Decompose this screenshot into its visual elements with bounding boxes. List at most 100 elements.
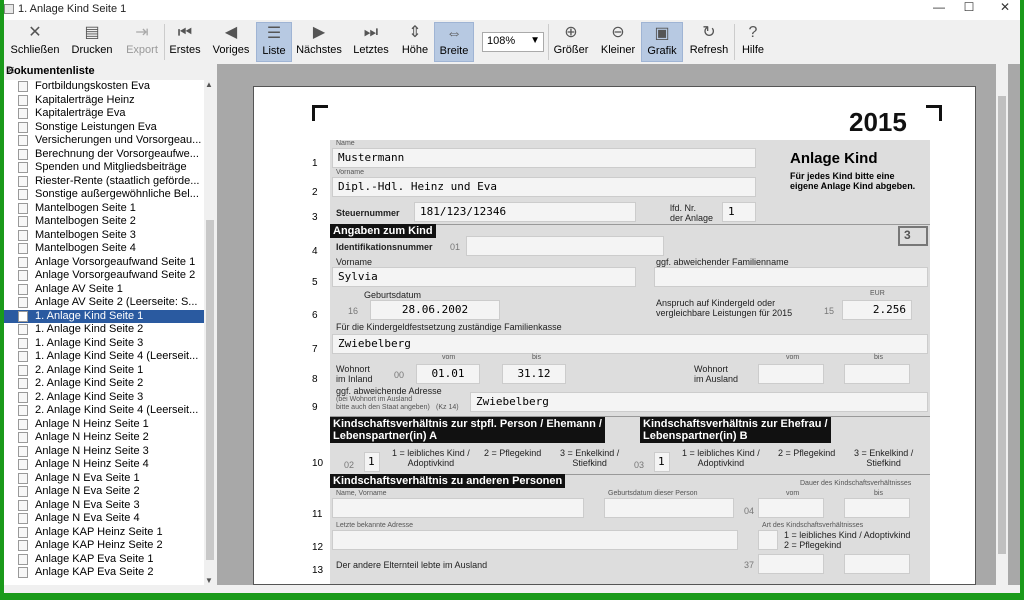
list-item[interactable]: Anlage KAP Eva Seite 1 bbox=[4, 553, 204, 566]
zoom-select[interactable]: 108% ▼ bbox=[482, 32, 544, 52]
list-item[interactable]: 2. Anlage Kind Seite 2 bbox=[4, 377, 204, 390]
list-item[interactable]: Mantelbogen Seite 2 bbox=[4, 215, 204, 228]
adresse-field[interactable]: Zwiebelberg bbox=[470, 392, 928, 412]
familienname-field[interactable] bbox=[654, 267, 928, 287]
viewer-scrollbar-thumb[interactable] bbox=[998, 96, 1006, 554]
scroll-up-icon[interactable]: ▲ bbox=[205, 80, 213, 89]
refresh-button[interactable]: ↻ Refresh bbox=[688, 22, 730, 62]
familienkasse-field[interactable]: Zwiebelberg bbox=[332, 334, 928, 354]
list-item[interactable]: Riester-Rente (staatlich geförde... bbox=[4, 175, 204, 188]
list-item[interactable]: Anlage AV Seite 2 (Leerseite: S... bbox=[4, 296, 204, 309]
list-item-label: Sonstige außergewöhnliche Bel... bbox=[35, 188, 199, 200]
list-item[interactable]: Anlage KAP Eva Seite 2 bbox=[4, 566, 204, 579]
groesser-button[interactable]: ⊕ Größer bbox=[552, 22, 590, 62]
list-item[interactable]: 2. Anlage Kind Seite 4 (Leerseit... bbox=[4, 404, 204, 417]
list-item[interactable]: Sonstige Leistungen Eva bbox=[4, 121, 204, 134]
kindergeld-field[interactable]: 2.256 bbox=[842, 300, 912, 320]
wohnort-bis-field[interactable]: 31.12 bbox=[502, 364, 566, 384]
viewer-scrollbar[interactable] bbox=[996, 64, 1008, 585]
vorname-field[interactable]: Dipl.-Hdl. Heinz und Eva bbox=[332, 177, 756, 197]
list-item-label: Spenden und Mitgliedsbeiträge bbox=[35, 161, 187, 173]
list-item[interactable]: Anlage N Eva Seite 2 bbox=[4, 485, 204, 498]
list-item[interactable]: Anlage Vorsorgeaufwand Seite 1 bbox=[4, 256, 204, 269]
list-item[interactable]: Mantelbogen Seite 1 bbox=[4, 202, 204, 215]
drucken-button[interactable]: ▤ Drucken bbox=[70, 22, 114, 62]
hoehe-button[interactable]: ⇕ Höhe bbox=[398, 22, 432, 62]
export-button[interactable]: ⇥ Export bbox=[122, 22, 162, 62]
name-label: Name bbox=[336, 140, 355, 147]
document-icon bbox=[18, 256, 28, 268]
list-item-label: Anlage Vorsorgeaufwand Seite 1 bbox=[35, 255, 196, 268]
list-item[interactable]: 1. Anlage Kind Seite 3 bbox=[4, 337, 204, 350]
close-panel-icon[interactable]: ✕ bbox=[6, 64, 212, 77]
kind-vorname-field[interactable]: Sylvia bbox=[332, 267, 636, 287]
document-list-scrollbar[interactable]: ▲ ▼ bbox=[204, 80, 216, 585]
list-item[interactable]: Sonstige außergewöhnliche Bel... bbox=[4, 188, 204, 201]
list-item[interactable]: Kapitalerträge Eva bbox=[4, 107, 204, 120]
ausland-bis-label: bis bbox=[874, 354, 883, 361]
list-item[interactable]: Anlage Vorsorgeaufwand Seite 2 bbox=[4, 269, 204, 282]
list-item[interactable]: Versicherungen und Vorsorgeau... bbox=[4, 134, 204, 147]
maximize-button[interactable]: ☐ bbox=[954, 0, 984, 18]
voriges-button[interactable]: ◀ Voriges bbox=[208, 22, 254, 62]
document-icon bbox=[18, 283, 28, 295]
name-field[interactable]: Mustermann bbox=[332, 148, 756, 168]
erstes-button[interactable]: ⏮ Erstes bbox=[166, 22, 204, 62]
list-item[interactable]: Berechnung der Vorsorgeaufwe... bbox=[4, 148, 204, 161]
list-item[interactable]: Anlage AV Seite 1 bbox=[4, 283, 204, 296]
kleiner-button[interactable]: ⊖ Kleiner bbox=[598, 22, 638, 62]
first-page-icon: ⏮ bbox=[177, 24, 193, 41]
kindschaft-a-field[interactable]: 1 bbox=[364, 452, 380, 472]
geburtsdatum-field[interactable]: 28.06.2002 bbox=[370, 300, 500, 320]
identifikationsnummer-field[interactable] bbox=[466, 236, 664, 256]
elternteil-vom-field[interactable] bbox=[758, 554, 824, 574]
dauer-bis-field[interactable] bbox=[844, 498, 910, 518]
dauer-vom-field[interactable] bbox=[758, 498, 824, 518]
lfd-nr-field[interactable]: 1 bbox=[722, 202, 756, 222]
list-item[interactable]: Anlage N Eva Seite 3 bbox=[4, 499, 204, 512]
art-field[interactable] bbox=[758, 530, 778, 550]
list-item[interactable]: Mantelbogen Seite 3 bbox=[4, 229, 204, 242]
list-item[interactable]: Kapitalerträge Heinz bbox=[4, 94, 204, 107]
scroll-down-icon[interactable]: ▼ bbox=[205, 576, 213, 585]
letzte-adresse-field[interactable] bbox=[332, 530, 738, 550]
ausland-bis-field[interactable] bbox=[844, 364, 910, 384]
list-item[interactable]: Anlage N Heinz Seite 1 bbox=[4, 418, 204, 431]
list-item[interactable]: 1. Anlage Kind Seite 1 bbox=[4, 309, 204, 323]
list-item[interactable]: Anlage N Eva Seite 4 bbox=[4, 512, 204, 525]
ausland-vom-field[interactable] bbox=[758, 364, 824, 384]
list-item[interactable]: 2. Anlage Kind Seite 3 bbox=[4, 391, 204, 404]
list-item[interactable]: 1. Anlage Kind Seite 4 (Leerseit... bbox=[4, 350, 204, 363]
list-item-label: Berechnung der Vorsorgeaufwe... bbox=[35, 147, 199, 160]
list-item[interactable]: Anlage N Eva Seite 1 bbox=[4, 472, 204, 485]
list-item[interactable]: 2. Anlage Kind Seite 1 bbox=[4, 364, 204, 377]
andere-geburtsdatum-field[interactable] bbox=[604, 498, 734, 518]
list-item[interactable]: 1. Anlage Kind Seite 2 bbox=[4, 323, 204, 336]
grafik-button[interactable]: ▣ Grafik bbox=[641, 22, 683, 62]
liste-button[interactable]: ☰ Liste bbox=[256, 22, 292, 62]
printer-icon: ▤ bbox=[84, 24, 100, 41]
scrollbar-thumb[interactable] bbox=[206, 220, 214, 560]
naechstes-button[interactable]: ▶ Nächstes bbox=[294, 22, 344, 62]
wohnort-vom-field[interactable]: 01.01 bbox=[416, 364, 480, 384]
list-item[interactable]: Spenden und Mitgliedsbeiträge bbox=[4, 161, 204, 174]
andere-name-field[interactable] bbox=[332, 498, 584, 518]
previous-icon: ◀ bbox=[224, 24, 238, 41]
list-item[interactable]: Anlage N Heinz Seite 2 bbox=[4, 431, 204, 444]
line-number: 10 bbox=[312, 458, 324, 469]
list-item[interactable]: Anlage N Heinz Seite 4 bbox=[4, 458, 204, 471]
steuernummer-field[interactable]: 181/123/12346 bbox=[414, 202, 636, 222]
list-item[interactable]: Anlage N Heinz Seite 3 bbox=[4, 445, 204, 458]
close-window-button[interactable]: ✕ bbox=[990, 0, 1020, 18]
list-item[interactable]: Fortbildungskosten Eva bbox=[4, 80, 204, 93]
list-item[interactable]: Anlage KAP Heinz Seite 2 bbox=[4, 539, 204, 552]
breite-button[interactable]: ⇔ Breite bbox=[434, 22, 474, 62]
minimize-button[interactable]: — bbox=[924, 0, 954, 18]
list-item[interactable]: Anlage KAP Heinz Seite 1 bbox=[4, 526, 204, 539]
list-item[interactable]: Mantelbogen Seite 4 bbox=[4, 242, 204, 255]
elternteil-bis-field[interactable] bbox=[844, 554, 910, 574]
schliessen-button[interactable]: ✕ Schließen bbox=[10, 22, 60, 62]
hilfe-button[interactable]: ? Hilfe bbox=[738, 22, 768, 62]
kindschaft-b-field[interactable]: 1 bbox=[654, 452, 670, 472]
letztes-button[interactable]: ⏭ Letztes bbox=[348, 22, 394, 62]
